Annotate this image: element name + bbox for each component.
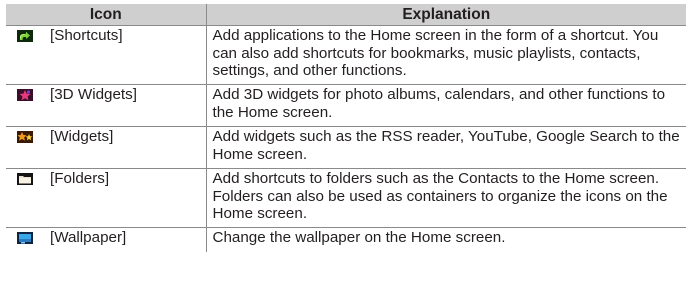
explanation-cell: Add shortcuts to folders such as the Con… bbox=[205, 168, 686, 228]
table-row-wallpaper: [Wallpaper] Change the wallpaper on the … bbox=[6, 227, 686, 252]
row-label: [Folders] bbox=[50, 170, 110, 187]
table-row-widgets: [Widgets] Add widgets such as the RSS re… bbox=[6, 126, 686, 169]
icon-explanation-table: Icon Explanation [Shortcuts] Add applica… bbox=[6, 4, 686, 252]
icon-cell: [Shortcuts] bbox=[6, 25, 207, 85]
icon-cell: [Folders] bbox=[6, 168, 207, 228]
icon-cell: [Wallpaper] bbox=[6, 227, 207, 252]
explanation-cell: Change the wallpaper on the Home screen. bbox=[205, 227, 686, 252]
folder-icon bbox=[16, 172, 34, 186]
explanation-column-header: Explanation bbox=[205, 4, 686, 26]
explanation-cell: Add widgets such as the RSS reader, YouT… bbox=[205, 126, 686, 169]
icon-cell: [Widgets] bbox=[6, 126, 207, 169]
wallpaper-icon bbox=[16, 231, 34, 245]
explanation-cell: Add 3D widgets for photo albums, calenda… bbox=[205, 84, 686, 127]
row-label: [3D Widgets] bbox=[50, 86, 137, 103]
table-row-folders: [Folders] Add shortcuts to folders such … bbox=[6, 168, 686, 228]
icon-column-header: Icon bbox=[6, 4, 207, 26]
table-header-row: Icon Explanation bbox=[6, 4, 686, 26]
3d-widget-icon bbox=[16, 88, 34, 102]
row-label: [Widgets] bbox=[50, 128, 114, 145]
row-label: [Shortcuts] bbox=[50, 27, 123, 44]
explanation-cell: Add applications to the Home screen in t… bbox=[205, 25, 686, 85]
shortcut-arrow-icon bbox=[16, 29, 34, 43]
row-label: [Wallpaper] bbox=[50, 229, 127, 246]
icon-cell: [3D Widgets] bbox=[6, 84, 207, 127]
table-row-3d-widgets: [3D Widgets] Add 3D widgets for photo al… bbox=[6, 84, 686, 127]
widget-icon bbox=[16, 130, 34, 144]
table-row-shortcuts: [Shortcuts] Add applications to the Home… bbox=[6, 25, 686, 85]
